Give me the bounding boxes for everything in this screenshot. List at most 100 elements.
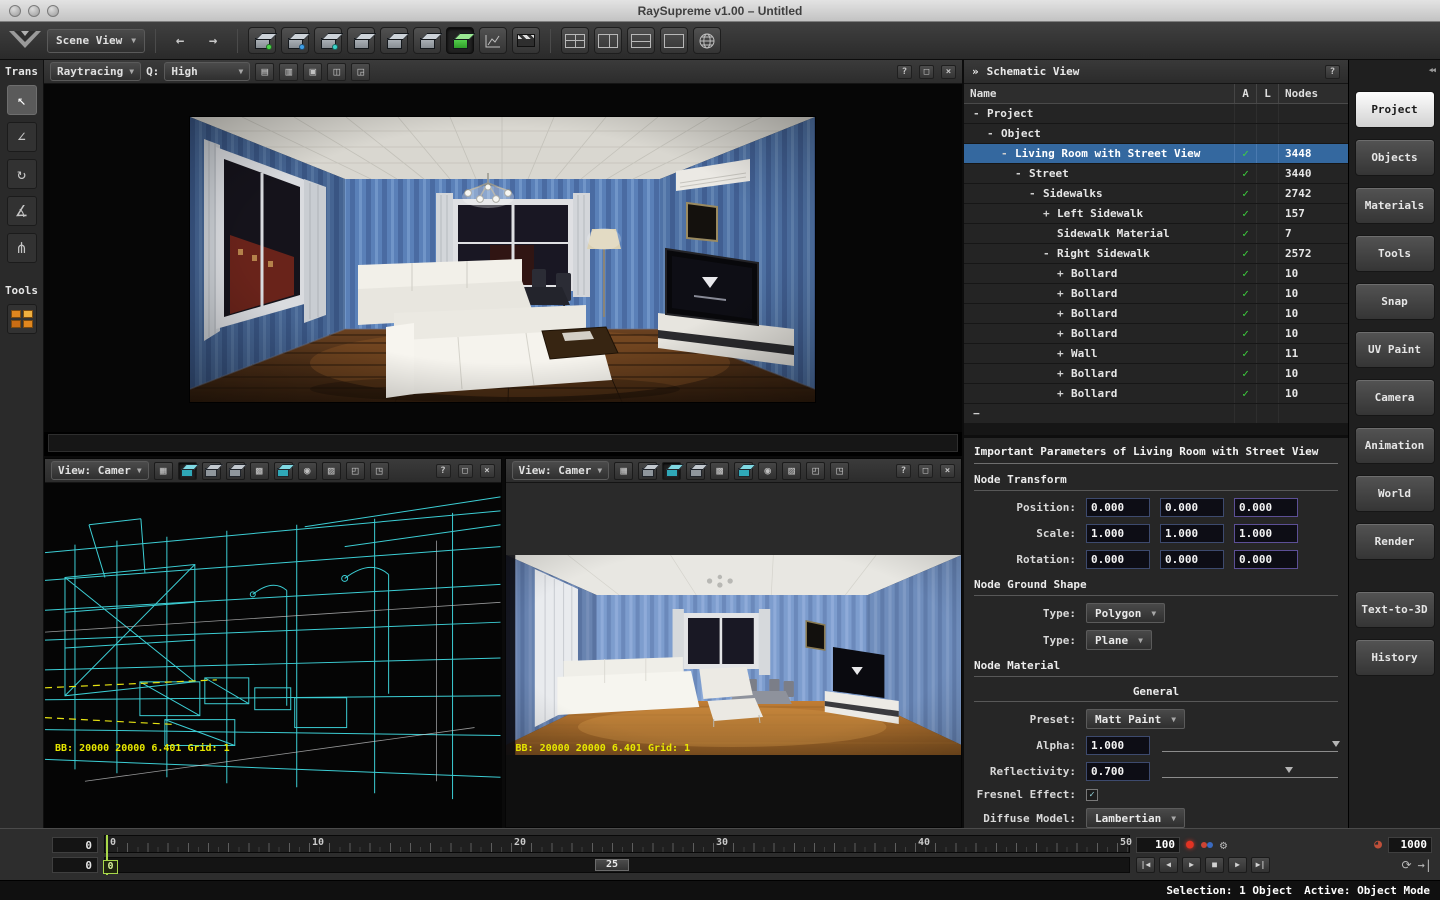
view-camera-dropdown[interactable]: View: Camer ▼: [51, 461, 149, 480]
render-layers-icon[interactable]: ▥: [279, 63, 298, 81]
expand-panel-icon[interactable]: »: [972, 65, 979, 78]
transform-x-field[interactable]: [1086, 550, 1150, 569]
animation-editor-icon[interactable]: [512, 27, 540, 54]
wireframe-viewport[interactable]: BB: 20000 20000 6.401 Grid: 1: [45, 483, 501, 827]
play-button[interactable]: ▶: [1182, 857, 1201, 873]
tree-active-check-icon[interactable]: ✓: [1234, 324, 1256, 343]
column-nodes[interactable]: Nodes: [1278, 84, 1348, 103]
ground-type-dropdown[interactable]: Plane ▼: [1086, 630, 1152, 650]
tree-row[interactable]: + Bollard ✓ 10: [964, 304, 1348, 324]
render-channels-icon[interactable]: ▤: [255, 63, 274, 81]
tree-lock-cell[interactable]: [1256, 264, 1278, 283]
maximize-view-icon[interactable]: ◰: [346, 462, 365, 480]
tree-lock-cell[interactable]: [1256, 304, 1278, 323]
step-forward-button[interactable]: ▶: [1228, 857, 1247, 873]
tree-expander-icon[interactable]: −: [973, 407, 984, 420]
wireframe-mode-icon[interactable]: [178, 462, 197, 480]
tree-expander-icon[interactable]: +: [1057, 387, 1068, 400]
pan-view-icon[interactable]: ◳: [830, 462, 849, 480]
column-locked[interactable]: L: [1256, 84, 1278, 103]
tree-lock-cell[interactable]: [1256, 344, 1278, 363]
checker-mode-icon[interactable]: ▩: [250, 462, 269, 480]
checker-mode-icon[interactable]: ▩: [710, 462, 729, 480]
tree-row[interactable]: - Right Sidewalk ✓ 2572: [964, 244, 1348, 264]
tree-expander-icon[interactable]: -: [987, 127, 998, 140]
skip-start-button[interactable]: |◀: [1136, 857, 1155, 873]
tree-active-check-icon[interactable]: ✓: [1234, 364, 1256, 383]
tree-expander-icon[interactable]: -: [1015, 167, 1026, 180]
render-button[interactable]: Render: [1355, 523, 1435, 560]
tree-expander-icon[interactable]: +: [1057, 307, 1068, 320]
help-button[interactable]: ?: [896, 464, 911, 478]
tree-row[interactable]: −: [964, 404, 1348, 424]
textured-mode-icon[interactable]: [226, 462, 245, 480]
layout-hsplit-icon[interactable]: [627, 27, 655, 54]
tree-lock-cell[interactable]: [1256, 364, 1278, 383]
key-value-top[interactable]: 0: [52, 837, 98, 853]
uv-paint-button[interactable]: UV Paint: [1355, 331, 1435, 368]
snap-scale-icon[interactable]: [314, 27, 342, 54]
scrub-marker[interactable]: 25: [595, 859, 629, 871]
tree-active-check-icon[interactable]: ✓: [1234, 164, 1256, 183]
tree-active-check-icon[interactable]: ✓: [1234, 224, 1256, 243]
tree-expander-icon[interactable]: -: [973, 107, 984, 120]
tree-expander-icon[interactable]: +: [1057, 287, 1068, 300]
loop-icon[interactable]: ⟳: [1401, 859, 1411, 871]
materials-button[interactable]: Materials: [1355, 187, 1435, 224]
tree-row[interactable]: Sidewalk Material ✓ 7: [964, 224, 1348, 244]
tree-active-check-icon[interactable]: ✓: [1234, 204, 1256, 223]
column-name[interactable]: Name: [964, 84, 1234, 103]
tree-row[interactable]: + Bollard ✓ 10: [964, 384, 1348, 404]
world-settings-icon[interactable]: [693, 27, 721, 54]
save-render-icon[interactable]: ◲: [351, 63, 370, 81]
forward-button[interactable]: →: [199, 27, 227, 54]
tree-lock-cell[interactable]: [1256, 224, 1278, 243]
tree-lock-cell[interactable]: [1256, 324, 1278, 343]
primitive-cube-icon[interactable]: [347, 27, 375, 54]
tree-row[interactable]: - Street ✓ 3440: [964, 164, 1348, 184]
tree-row[interactable]: - Project: [964, 104, 1348, 124]
render-mode-dropdown[interactable]: Raytracing ▼: [50, 62, 141, 81]
alpha-slider[interactable]: [1162, 740, 1338, 752]
transform-z-field[interactable]: [1234, 550, 1298, 569]
hidden-line-icon[interactable]: ▨: [782, 462, 801, 480]
goto-end-icon[interactable]: →|: [1418, 859, 1432, 871]
tree-row[interactable]: - Sidewalks ✓ 2742: [964, 184, 1348, 204]
tree-lock-cell[interactable]: [1256, 284, 1278, 303]
world-button[interactable]: World: [1355, 475, 1435, 512]
object-mode-icon[interactable]: [446, 27, 474, 54]
tree-lock-cell[interactable]: [1256, 144, 1278, 163]
tree-lock-cell[interactable]: [1256, 104, 1278, 123]
close-panel-button[interactable]: ×: [480, 464, 495, 478]
slider-thumb-icon[interactable]: [1285, 767, 1293, 777]
tree-row[interactable]: + Bollard ✓ 10: [964, 324, 1348, 344]
tree-active-check-icon[interactable]: ✓: [1234, 284, 1256, 303]
preset-dropdown[interactable]: Matt Paint ▼: [1086, 709, 1185, 729]
quality-dropdown[interactable]: High ▼: [164, 62, 250, 81]
smooth-shade-icon[interactable]: [734, 462, 753, 480]
snap-rotate-icon[interactable]: [281, 27, 309, 54]
fresnel-checkbox[interactable]: ✓: [1086, 789, 1098, 801]
tree-row[interactable]: + Bollard ✓ 10: [964, 264, 1348, 284]
tree-lock-cell[interactable]: [1256, 124, 1278, 143]
shaded-mode-icon[interactable]: [662, 462, 681, 480]
timeline-ruler-area[interactable]: 0 10 20 30 40 50 25 0: [104, 835, 1130, 875]
step-back-button[interactable]: ◀: [1159, 857, 1178, 873]
smooth-shade-icon[interactable]: [274, 462, 293, 480]
camera-button[interactable]: Camera: [1355, 379, 1435, 416]
measure-tool-button[interactable]: ∡: [7, 196, 37, 226]
slider-thumb-icon[interactable]: [1332, 741, 1340, 751]
select-tool-button[interactable]: ↖: [7, 85, 37, 115]
tree-active-check-icon[interactable]: ✓: [1234, 184, 1256, 203]
project-button[interactable]: Project: [1355, 91, 1435, 128]
tree-row[interactable]: - Object: [964, 124, 1348, 144]
shaded-mode-icon[interactable]: [202, 462, 221, 480]
detach-panel-button[interactable]: □: [919, 65, 934, 79]
transform-x-field[interactable]: [1086, 498, 1150, 517]
tree-active-check-icon[interactable]: ✓: [1234, 264, 1256, 283]
tree-active-check-icon[interactable]: ✓: [1234, 244, 1256, 263]
wireframe-mode-icon[interactable]: [638, 462, 657, 480]
tree-expander-icon[interactable]: -: [1001, 147, 1012, 160]
text-to-3d-button[interactable]: Text-to-3D: [1355, 591, 1435, 628]
transform-z-field[interactable]: [1234, 524, 1298, 543]
